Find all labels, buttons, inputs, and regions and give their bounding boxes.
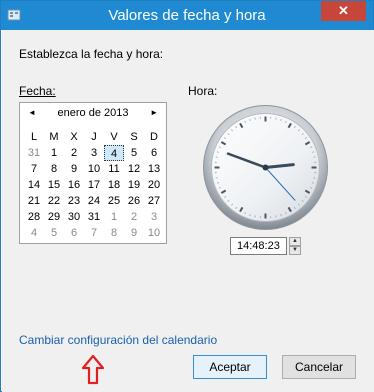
calendar-day[interactable]: 20 <box>144 177 164 193</box>
calendar[interactable]: ◄ enero de 2013 ► L M X J V S D 31 1 2 3 4 5 6 7 8 9 10 11… <box>19 102 167 244</box>
calendar-day[interactable]: 17 <box>84 177 104 193</box>
calendar-day[interactable]: 2 <box>124 209 144 225</box>
date-time-dialog: Valores de fecha y hora ✕ Establezca la … <box>0 0 374 392</box>
calendar-day[interactable]: 8 <box>44 161 64 177</box>
calendar-day[interactable]: 9 <box>124 225 144 241</box>
calendar-day[interactable]: 3 <box>144 209 164 225</box>
up-arrow-annotation-icon <box>81 355 105 385</box>
calendar-next-icon[interactable]: ► <box>150 108 158 117</box>
calendar-day[interactable]: 10 <box>144 225 164 241</box>
calendar-day[interactable]: 23 <box>64 193 84 209</box>
calendar-day[interactable]: 4 <box>24 225 44 241</box>
calendar-day[interactable]: 7 <box>84 225 104 241</box>
calendar-day[interactable]: 1 <box>44 145 64 161</box>
calendar-day[interactable]: 2 <box>64 145 84 161</box>
calendar-month-title[interactable]: enero de 2013 <box>20 107 166 119</box>
calendar-weekday: S <box>130 131 138 143</box>
calendar-week-row: 4 5 6 7 8 9 10 <box>24 225 164 241</box>
calendar-weekday-row: LMX J VSD <box>24 129 164 145</box>
calendar-day[interactable]: 29 <box>44 209 64 225</box>
window-title: Valores de fecha y hora <box>108 7 266 24</box>
calendar-day[interactable]: 24 <box>84 193 104 209</box>
calendar-day[interactable]: 5 <box>124 145 144 161</box>
calendar-day[interactable]: 18 <box>104 177 124 193</box>
time-label: Hora: <box>188 84 217 98</box>
ok-button[interactable]: Aceptar <box>193 355 267 379</box>
title-bar: Valores de fecha y hora ✕ <box>1 1 373 30</box>
calendar-day[interactable]: 14 <box>24 177 44 193</box>
calendar-day-selected[interactable]: 4 <box>104 145 124 161</box>
calendar-grid: L M X J V S D 31 1 2 3 4 5 6 7 8 9 10 11 12 13 14 15 16 17 18 19 20… <box>24 129 164 241</box>
calendar-day[interactable]: 19 <box>124 177 144 193</box>
calendar-day[interactable]: 30 <box>64 209 84 225</box>
spin-up-icon[interactable]: ▲ <box>289 237 301 246</box>
calendar-week-row: 28 29 30 31 1 2 3 <box>24 209 164 225</box>
calendar-day[interactable]: 9 <box>64 161 84 177</box>
calendar-day[interactable]: 7 <box>24 161 44 177</box>
calendar-day[interactable]: 1 <box>104 209 124 225</box>
calendar-day[interactable]: 6 <box>64 225 84 241</box>
calendar-weekday: X <box>70 131 78 143</box>
calendar-day[interactable]: 26 <box>124 193 144 209</box>
calendar-day[interactable]: 16 <box>64 177 84 193</box>
calendar-week-row: 7 8 9 10 11 12 13 <box>24 161 164 177</box>
time-input[interactable]: 14:48:23 <box>230 237 287 255</box>
calendar-day[interactable]: 22 <box>44 193 64 209</box>
calendar-settings-link[interactable]: Cambiar configuración del calendario <box>19 333 217 347</box>
calendar-weekday: V <box>110 131 118 143</box>
calendar-day[interactable]: 6 <box>144 145 164 161</box>
cancel-button[interactable]: Cancelar <box>282 355 356 379</box>
calendar-week-row: 21 22 23 24 25 26 27 <box>24 193 164 209</box>
calendar-day[interactable]: 28 <box>24 209 44 225</box>
calendar-week-row: 31 1 2 3 4 5 6 <box>24 145 164 161</box>
date-label-text: Fecha: <box>19 84 56 98</box>
calendar-day[interactable]: 31 <box>84 209 104 225</box>
instructions-text: Establezca la fecha y hora: <box>19 47 164 61</box>
calendar-weekday: D <box>150 131 158 143</box>
date-label: Fecha: <box>19 84 56 98</box>
calendar-day[interactable]: 5 <box>44 225 64 241</box>
spin-down-icon[interactable]: ▼ <box>289 246 301 255</box>
calendar-day[interactable]: 25 <box>104 193 124 209</box>
time-spinner[interactable]: ▲ ▼ <box>289 237 301 255</box>
analog-clock <box>203 105 328 230</box>
calendar-day[interactable]: 27 <box>144 193 164 209</box>
calendar-weekday: J <box>91 131 97 143</box>
calendar-day[interactable]: 13 <box>144 161 164 177</box>
calendar-weekday: L <box>30 131 38 143</box>
calendar-day[interactable]: 10 <box>84 161 104 177</box>
calendar-day[interactable]: 21 <box>24 193 44 209</box>
close-button[interactable]: ✕ <box>321 1 366 21</box>
calendar-day[interactable]: 8 <box>104 225 124 241</box>
calendar-day[interactable]: 11 <box>104 161 124 177</box>
calendar-day[interactable]: 12 <box>124 161 144 177</box>
calendar-week-row: 14 15 16 17 18 19 20 <box>24 177 164 193</box>
calendar-day[interactable]: 15 <box>44 177 64 193</box>
calendar-weekday: M <box>49 131 59 143</box>
time-label-text: Hora: <box>188 84 218 98</box>
calendar-day[interactable]: 3 <box>84 145 104 161</box>
calendar-day[interactable]: 31 <box>24 145 44 161</box>
